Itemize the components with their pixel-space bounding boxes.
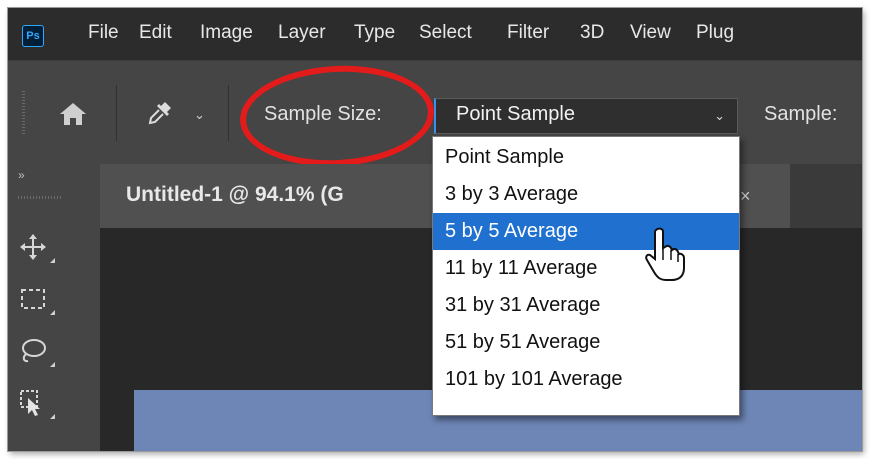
option-11-by-11[interactable]: 11 by 11 Average	[433, 250, 739, 287]
menu-layer[interactable]: Layer	[278, 22, 326, 44]
sample-size-value: Point Sample	[456, 103, 575, 125]
menu-image[interactable]: Image	[200, 22, 253, 44]
menu-edit[interactable]: Edit	[139, 22, 172, 44]
photoshop-logo: Ps	[22, 25, 44, 47]
photoshop-window: Ps File Edit Image Layer Type Select Fil…	[8, 8, 862, 451]
option-point-sample[interactable]: Point Sample	[433, 139, 739, 176]
tool-flyout-indicator	[50, 310, 55, 315]
menu-plugins[interactable]: Plug	[696, 22, 734, 44]
menu-3d[interactable]: 3D	[580, 22, 604, 44]
tools-panel-grip[interactable]	[18, 196, 62, 199]
option-5-by-5[interactable]: 5 by 5 Average	[433, 213, 739, 250]
menu-view[interactable]: View	[630, 22, 671, 44]
menu-file[interactable]: File	[88, 22, 119, 44]
collapse-panel-icon[interactable]: »	[18, 168, 25, 182]
tool-flyout-indicator	[50, 362, 55, 367]
eyedropper-icon[interactable]	[146, 99, 174, 127]
close-icon[interactable]: ×	[740, 186, 751, 207]
move-tool-icon[interactable]	[18, 232, 48, 262]
option-31-by-31[interactable]: 31 by 31 Average	[433, 287, 739, 324]
menu-type[interactable]: Type	[354, 22, 395, 44]
menu-bar: Ps File Edit Image Layer Type Select Fil…	[8, 8, 862, 60]
option-3-by-3[interactable]: 3 by 3 Average	[433, 176, 739, 213]
tool-flyout-indicator	[50, 414, 55, 419]
object-selection-tool-icon[interactable]	[18, 388, 48, 418]
document-title: Untitled-1 @ 94.1% (G	[126, 183, 344, 206]
hand-cursor-icon	[645, 227, 685, 281]
sample-size-select[interactable]: Point Sample ⌄	[434, 98, 738, 134]
home-icon[interactable]	[58, 101, 88, 127]
options-separator	[228, 85, 229, 141]
chevron-down-icon: ⌄	[714, 108, 725, 123]
tool-flyout-indicator	[50, 258, 55, 263]
options-bar-grip[interactable]	[22, 91, 25, 135]
sample-label: Sample:	[764, 103, 838, 125]
marquee-tool-icon[interactable]	[18, 284, 48, 314]
tool-preset-chevron-icon[interactable]: ⌄	[194, 107, 205, 123]
menu-select[interactable]: Select	[419, 22, 472, 44]
tools-panel: »	[8, 164, 100, 451]
option-51-by-51[interactable]: 51 by 51 Average	[433, 324, 739, 361]
sample-size-dropdown: Point Sample 3 by 3 Average 5 by 5 Avera…	[432, 136, 740, 416]
options-separator	[116, 85, 117, 141]
option-101-by-101[interactable]: 101 by 101 Average	[433, 361, 739, 398]
menu-filter[interactable]: Filter	[507, 22, 549, 44]
lasso-tool-icon[interactable]	[18, 336, 48, 366]
